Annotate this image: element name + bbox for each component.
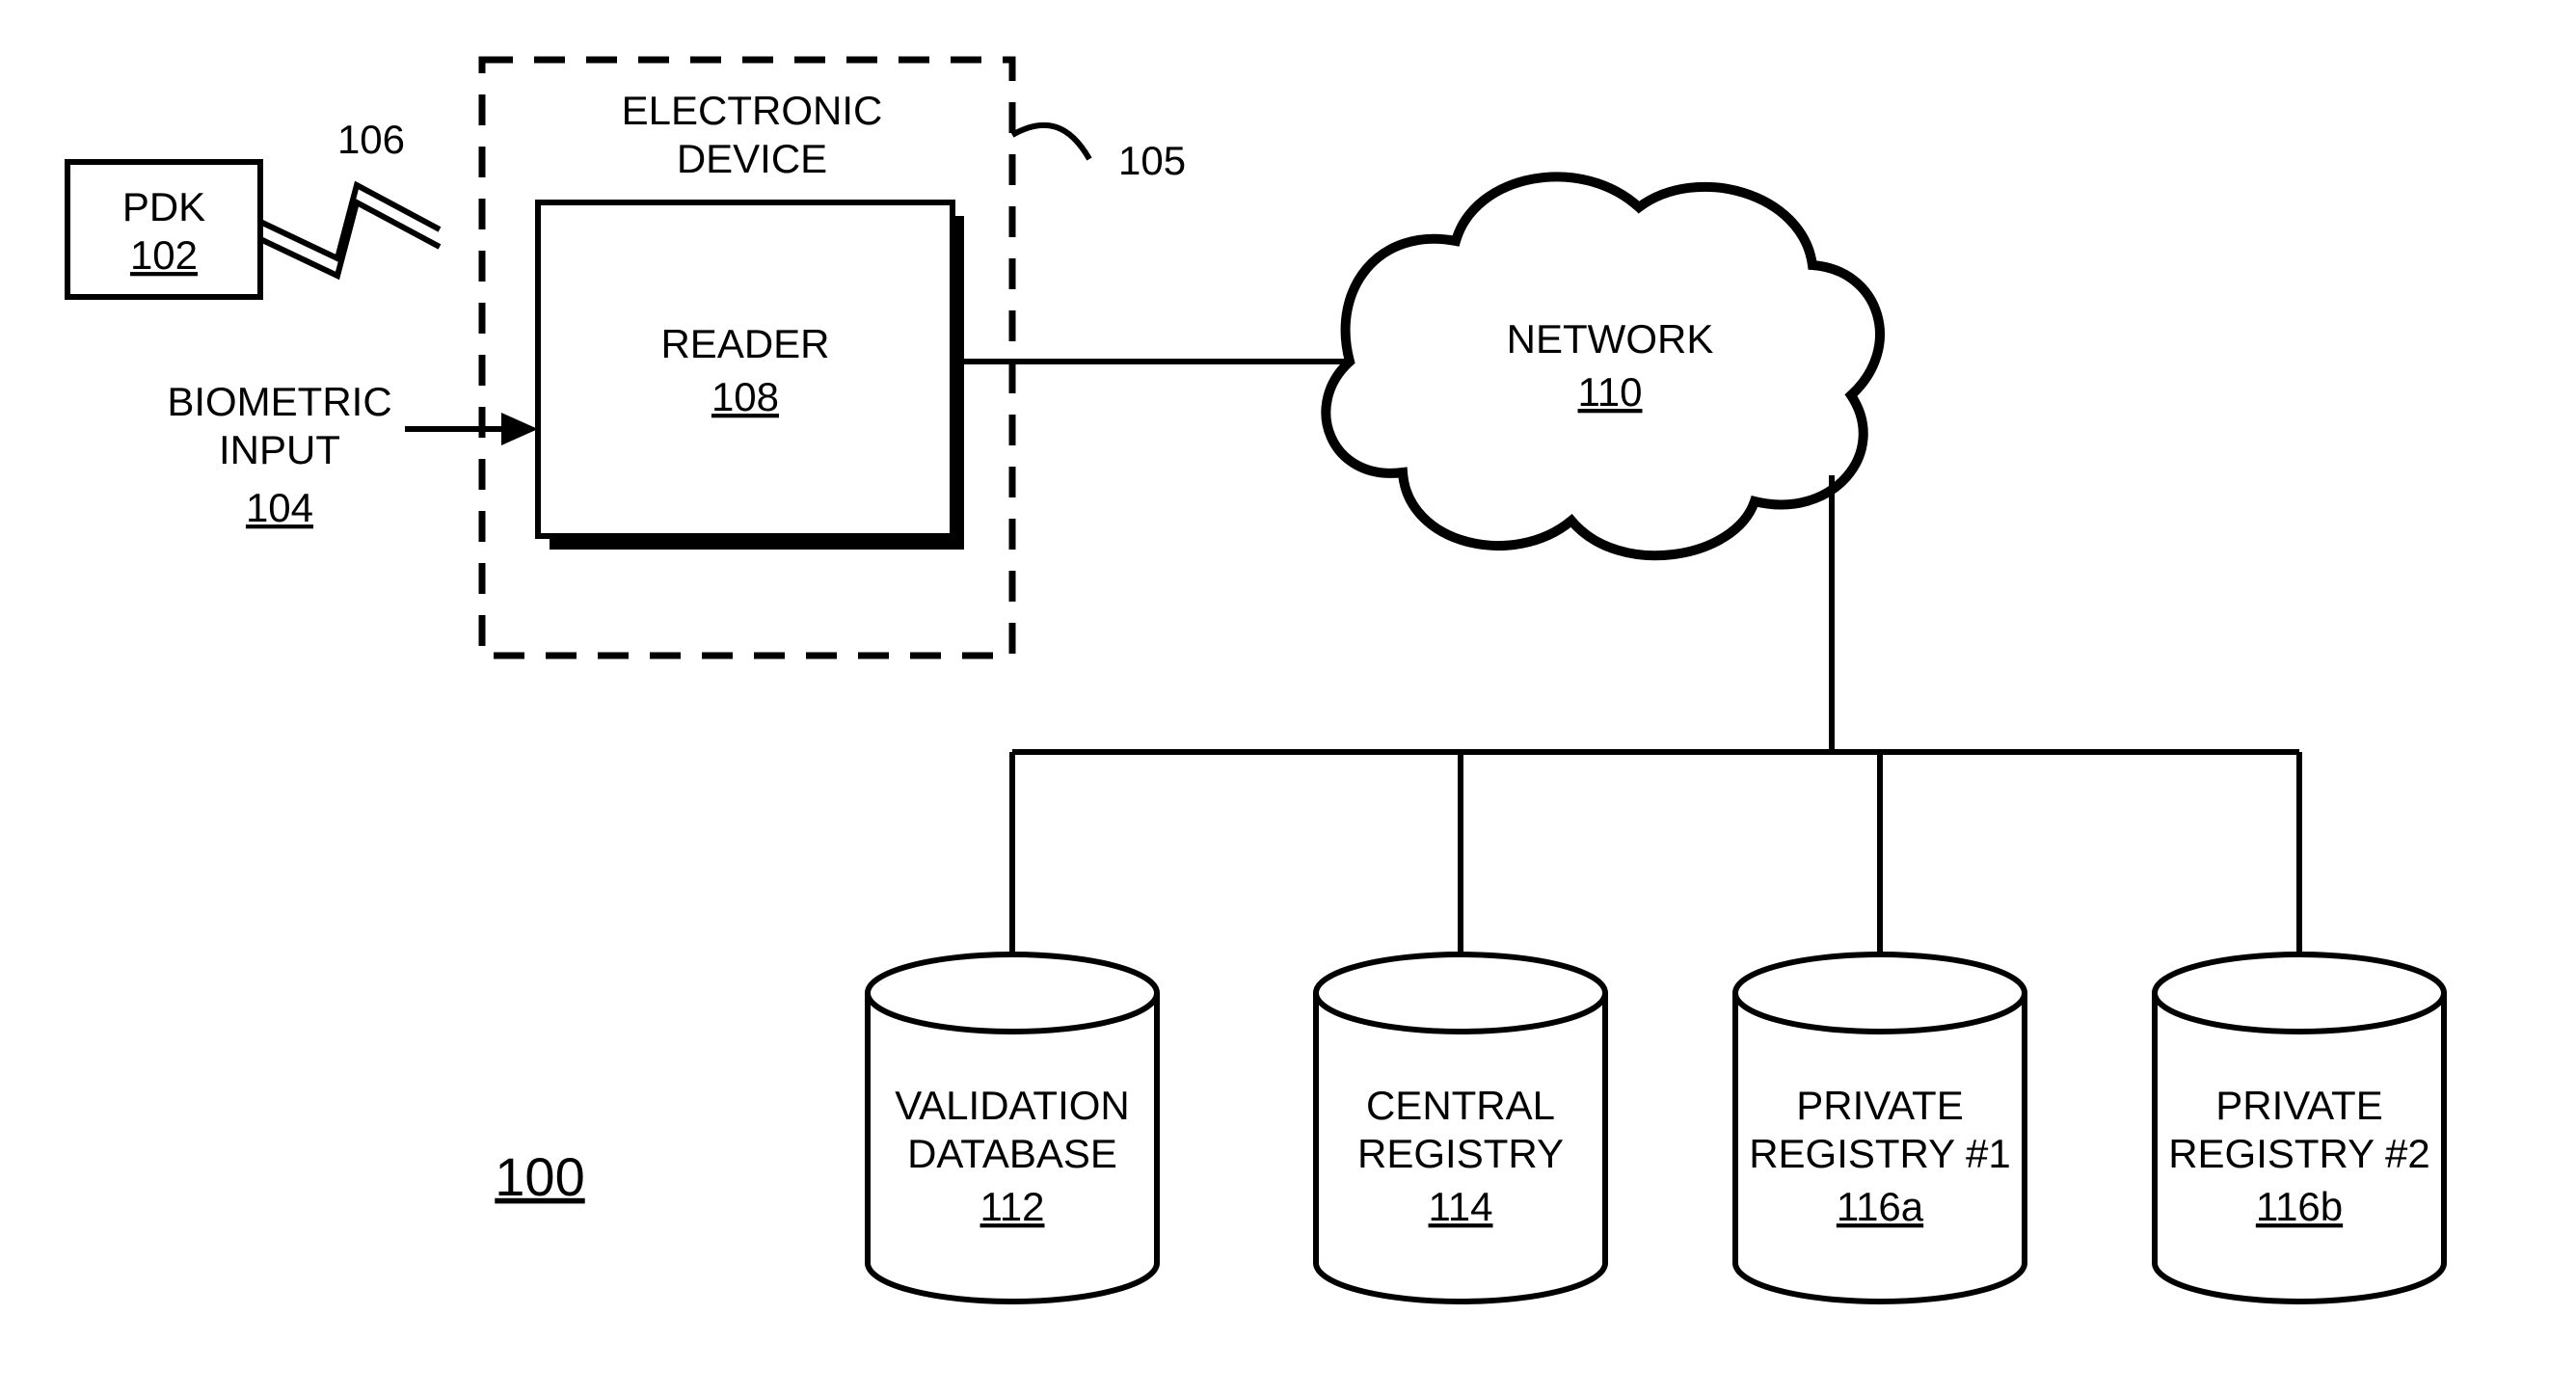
central-registry-icon: CENTRAL REGISTRY 114 [1316,954,1605,1302]
biometric-input: BIOMETRIC INPUT 104 [167,379,538,530]
wireless-link-icon: 106 [260,117,440,276]
validation-database-icon: VALIDATION DATABASE 112 [868,954,1157,1302]
electronic-device-ref: 105 [1118,138,1186,183]
central-line2: REGISTRY [1357,1131,1564,1176]
network-label: NETWORK [1507,316,1714,362]
validation-ref: 112 [980,1184,1045,1229]
pdk-ref: 102 [130,232,198,278]
central-line1: CENTRAL [1366,1083,1555,1128]
figure-ref: 100 [495,1146,584,1207]
biometric-line1: BIOMETRIC [167,379,391,424]
central-ref: 114 [1429,1184,1493,1229]
private2-line1: PRIVATE [2215,1083,2382,1128]
electronic-device-line2: DEVICE [677,136,827,181]
network-ref: 110 [1578,369,1643,415]
private2-line2: REGISTRY #2 [2168,1131,2430,1176]
device-leader-icon [1012,125,1089,159]
validation-line2: DATABASE [907,1131,1117,1176]
private1-line1: PRIVATE [1796,1083,1963,1128]
network-cloud-icon: NETWORK 110 [1326,176,1880,555]
pdk-label: PDK [122,184,205,229]
private1-ref: 116a [1837,1184,1924,1229]
reader-block: READER 108 [538,202,964,550]
private-registry-1-icon: PRIVATE REGISTRY #1 116a [1735,954,2025,1302]
biometric-line2: INPUT [219,427,340,472]
network-bus-icon [1012,475,2299,954]
private-registry-2-icon: PRIVATE REGISTRY #2 116b [2155,954,2444,1302]
validation-line1: VALIDATION [895,1083,1130,1128]
electronic-device-line1: ELECTRONIC [622,88,883,133]
private1-line2: REGISTRY #1 [1749,1131,2011,1176]
reader-label: READER [660,321,829,366]
arrowhead-icon [501,413,538,445]
system-diagram: PDK 102 106 ELECTRONIC DEVICE 105 READER… [0,0,2576,1396]
wireless-link-ref: 106 [337,117,405,162]
biometric-ref: 104 [246,485,313,530]
reader-ref: 108 [711,374,779,419]
pdk-block: PDK 102 [67,162,260,297]
private2-ref: 116b [2256,1184,2343,1229]
